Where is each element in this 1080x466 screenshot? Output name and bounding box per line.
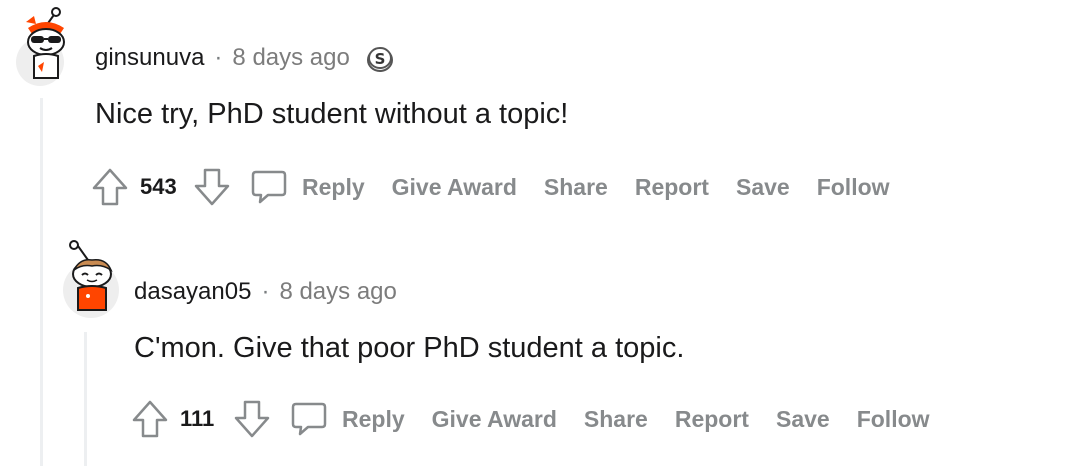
comment-meta: dasayan05 · 8 days ago [134, 274, 397, 310]
upvote-arrow-icon [132, 400, 168, 438]
upvote-button[interactable] [130, 397, 170, 441]
meta-separator: · [214, 44, 223, 71]
username-link[interactable]: ginsunuva [95, 44, 204, 72]
snoo-avatar-sunglasses-icon [16, 7, 65, 86]
svg-text:S: S [374, 50, 385, 68]
follow-button[interactable]: Follow [817, 174, 890, 201]
comment-bubble-icon [251, 170, 287, 204]
snoo-avatar-icon [63, 240, 119, 318]
downvote-button[interactable] [192, 165, 232, 209]
comment-body: C'mon. Give that poor PhD student a topi… [134, 332, 685, 364]
reply-label: Reply [342, 405, 405, 432]
downvote-button[interactable] [232, 397, 272, 441]
share-button[interactable]: Share [584, 406, 648, 433]
thread-line[interactable] [40, 98, 43, 466]
reply-button[interactable]: Reply [250, 168, 365, 206]
comment-bubble-icon [291, 402, 327, 436]
upvote-arrow-icon [92, 168, 128, 206]
coin-s-icon[interactable]: S [364, 42, 396, 74]
timestamp-link[interactable]: 8 days ago [279, 278, 396, 306]
timestamp-link[interactable]: 8 days ago [232, 44, 349, 72]
meta-separator: · [261, 278, 270, 305]
vote-score: 111 [180, 406, 215, 431]
comment-actions: 543 Reply Give Award Share Report Save F… [90, 165, 890, 209]
report-button[interactable]: Report [675, 406, 749, 433]
give-award-button[interactable]: Give Award [392, 174, 517, 201]
downvote-arrow-icon [234, 400, 270, 438]
upvote-button[interactable] [90, 165, 130, 209]
thread-line-nested[interactable] [84, 332, 87, 466]
reply-label: Reply [302, 173, 365, 200]
comment-meta: ginsunuva · 8 days ago S [95, 40, 396, 76]
username-link[interactable]: dasayan05 [134, 278, 251, 306]
follow-button[interactable]: Follow [857, 406, 930, 433]
comment-body: Nice try, PhD student without a topic! [95, 98, 569, 130]
avatar[interactable] [14, 6, 78, 95]
save-button[interactable]: Save [776, 406, 830, 433]
give-award-button[interactable]: Give Award [432, 406, 557, 433]
vote-score: 543 [140, 174, 177, 199]
reply-button[interactable]: Reply [290, 400, 405, 438]
comment-actions: 111 Reply Give Award Share Report Save F… [130, 397, 930, 441]
report-button[interactable]: Report [635, 174, 709, 201]
share-button[interactable]: Share [544, 174, 608, 201]
downvote-arrow-icon [194, 168, 230, 206]
avatar[interactable] [58, 238, 124, 325]
save-button[interactable]: Save [736, 174, 790, 201]
